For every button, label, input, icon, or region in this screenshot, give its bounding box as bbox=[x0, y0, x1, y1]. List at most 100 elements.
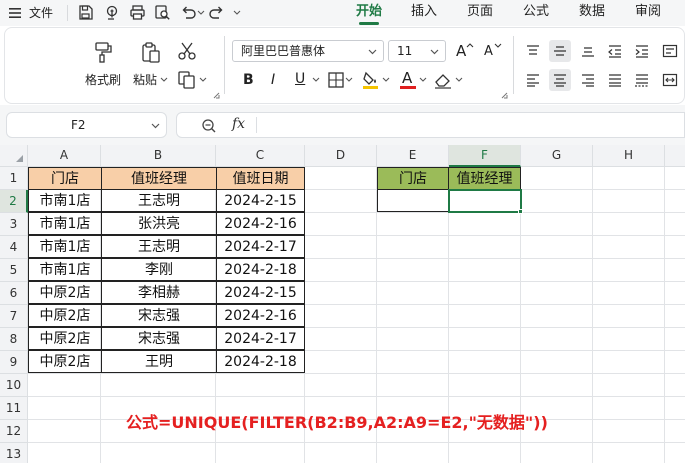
lookup-header-store[interactable]: 门店 bbox=[377, 167, 449, 190]
tab-review[interactable]: 审阅 bbox=[635, 4, 661, 20]
clear-dropdown-icon[interactable] bbox=[455, 77, 463, 83]
table-cell[interactable]: 中原2店 bbox=[28, 350, 102, 373]
tab-data[interactable]: 数据 bbox=[579, 4, 605, 20]
print-preview-icon[interactable] bbox=[154, 4, 171, 21]
table-cell[interactable]: 宋志强 bbox=[101, 304, 217, 327]
save-icon[interactable] bbox=[77, 4, 94, 21]
align-bottom-button[interactable] bbox=[577, 40, 599, 62]
column-header-c[interactable]: C bbox=[216, 145, 305, 167]
table-cell[interactable]: 王明 bbox=[101, 350, 217, 373]
copy-dropdown-icon[interactable] bbox=[199, 77, 207, 83]
table-cell[interactable]: 张洪亮 bbox=[101, 212, 217, 235]
table-cell[interactable]: 市南1店 bbox=[28, 258, 102, 281]
fill-handle[interactable] bbox=[518, 209, 523, 214]
table-cell[interactable]: 2024-2-18 bbox=[216, 258, 305, 281]
borders-icon[interactable] bbox=[327, 71, 345, 89]
row-header[interactable]: 3 bbox=[0, 213, 28, 236]
font-color-dropdown-icon[interactable] bbox=[419, 77, 427, 83]
fill-color-dropdown-icon[interactable] bbox=[382, 77, 390, 83]
row-header[interactable]: 8 bbox=[0, 328, 28, 351]
decrease-indent-button[interactable] bbox=[604, 40, 626, 62]
column-header-g[interactable]: G bbox=[521, 145, 593, 167]
row-header[interactable]: 1 bbox=[0, 167, 28, 190]
row-header[interactable]: 13 bbox=[0, 443, 28, 463]
row-header[interactable]: 10 bbox=[0, 374, 28, 397]
chevron-down-icon[interactable] bbox=[151, 123, 160, 129]
align-middle-button[interactable] bbox=[549, 40, 571, 62]
row-header[interactable]: 5 bbox=[0, 259, 28, 282]
table-cell[interactable]: 李刚 bbox=[101, 258, 217, 281]
row-header[interactable]: 11 bbox=[0, 397, 28, 420]
table-cell[interactable]: 李相赫 bbox=[101, 281, 217, 304]
align-top-button[interactable] bbox=[522, 40, 544, 62]
bold-button[interactable]: B bbox=[237, 69, 259, 91]
font-color-button[interactable]: A bbox=[397, 69, 419, 91]
redo-icon[interactable] bbox=[208, 4, 225, 21]
fill-color-icon[interactable] bbox=[361, 69, 381, 91]
font-launcher-icon[interactable] bbox=[501, 92, 508, 99]
font-name-select[interactable]: 阿里巴巴普惠体 bbox=[232, 40, 384, 62]
tab-insert[interactable]: 插入 bbox=[411, 4, 437, 20]
column-header-a[interactable]: A bbox=[28, 145, 101, 167]
align-center-button[interactable] bbox=[549, 69, 571, 91]
increase-indent-button[interactable] bbox=[631, 40, 653, 62]
decrease-font-button[interactable]: A bbox=[481, 40, 503, 62]
tab-home[interactable]: 开始 bbox=[356, 4, 382, 20]
lookup-header-manager[interactable]: 值班经理 bbox=[448, 167, 521, 190]
table-cell[interactable]: 市南1店 bbox=[28, 189, 102, 212]
column-header-partial[interactable] bbox=[665, 145, 685, 167]
table-header-manager[interactable]: 值班经理 bbox=[101, 167, 217, 190]
lookup-store-input[interactable] bbox=[377, 189, 449, 212]
table-cell[interactable]: 2024-2-17 bbox=[216, 235, 305, 258]
paste-dropdown-icon[interactable] bbox=[160, 77, 168, 83]
select-all-corner[interactable] bbox=[0, 145, 28, 167]
fx-button[interactable]: fx bbox=[232, 116, 245, 132]
paste-icon[interactable] bbox=[140, 41, 162, 63]
zoom-icon[interactable] bbox=[201, 118, 217, 134]
table-cell[interactable]: 中原2店 bbox=[28, 327, 102, 350]
table-cell[interactable]: 宋志强 bbox=[101, 327, 217, 350]
align-right-button[interactable] bbox=[577, 69, 599, 91]
table-cell[interactable]: 2024-2-17 bbox=[216, 327, 305, 350]
column-header-b[interactable]: B bbox=[101, 145, 216, 167]
undo-icon[interactable] bbox=[180, 4, 197, 21]
format-painter-button[interactable]: 格式刷 bbox=[85, 73, 121, 87]
clear-format-icon[interactable] bbox=[433, 70, 453, 90]
name-box[interactable]: F2 bbox=[6, 112, 167, 138]
table-cell[interactable]: 王志明 bbox=[101, 189, 217, 212]
row-header[interactable]: 2 bbox=[0, 190, 28, 213]
row-header[interactable]: 9 bbox=[0, 351, 28, 374]
table-cell[interactable]: 王志明 bbox=[101, 235, 217, 258]
export-pdf-icon[interactable] bbox=[104, 4, 121, 21]
table-header-store[interactable]: 门店 bbox=[28, 167, 102, 190]
print-icon[interactable] bbox=[129, 4, 146, 21]
column-header-h[interactable]: H bbox=[593, 145, 665, 167]
column-header-f[interactable]: F bbox=[449, 145, 521, 167]
distributed-align-button[interactable] bbox=[631, 69, 653, 91]
table-cell[interactable]: 市南1店 bbox=[28, 212, 102, 235]
italic-button[interactable]: I bbox=[263, 69, 285, 91]
align-left-button[interactable] bbox=[522, 69, 544, 91]
justify-button[interactable] bbox=[604, 69, 626, 91]
table-cell[interactable]: 中原2店 bbox=[28, 304, 102, 327]
table-cell[interactable]: 2024-2-16 bbox=[216, 212, 305, 235]
tab-formulas[interactable]: 公式 bbox=[523, 4, 549, 20]
underline-button[interactable]: U bbox=[289, 69, 311, 91]
active-cell-selection[interactable] bbox=[448, 189, 522, 213]
tab-page[interactable]: 页面 bbox=[467, 4, 493, 20]
menu-icon[interactable] bbox=[8, 6, 22, 20]
cut-icon[interactable] bbox=[177, 41, 197, 61]
wrap-text-button[interactable] bbox=[659, 40, 681, 62]
quick-access-dropdown-icon[interactable] bbox=[233, 10, 241, 16]
column-header-d[interactable]: D bbox=[305, 145, 377, 167]
row-header[interactable]: 6 bbox=[0, 282, 28, 305]
undo-dropdown-icon[interactable] bbox=[197, 10, 205, 16]
table-cell[interactable]: 2024-2-15 bbox=[216, 189, 305, 212]
clipboard-launcher-icon[interactable] bbox=[213, 92, 220, 99]
format-painter-icon[interactable] bbox=[92, 41, 114, 63]
formula-input[interactable]: fx bbox=[176, 112, 685, 138]
merge-center-button[interactable] bbox=[659, 69, 681, 91]
increase-font-button[interactable]: A bbox=[453, 40, 475, 62]
row-header[interactable]: 4 bbox=[0, 236, 28, 259]
table-cell[interactable]: 2024-2-18 bbox=[216, 350, 305, 373]
